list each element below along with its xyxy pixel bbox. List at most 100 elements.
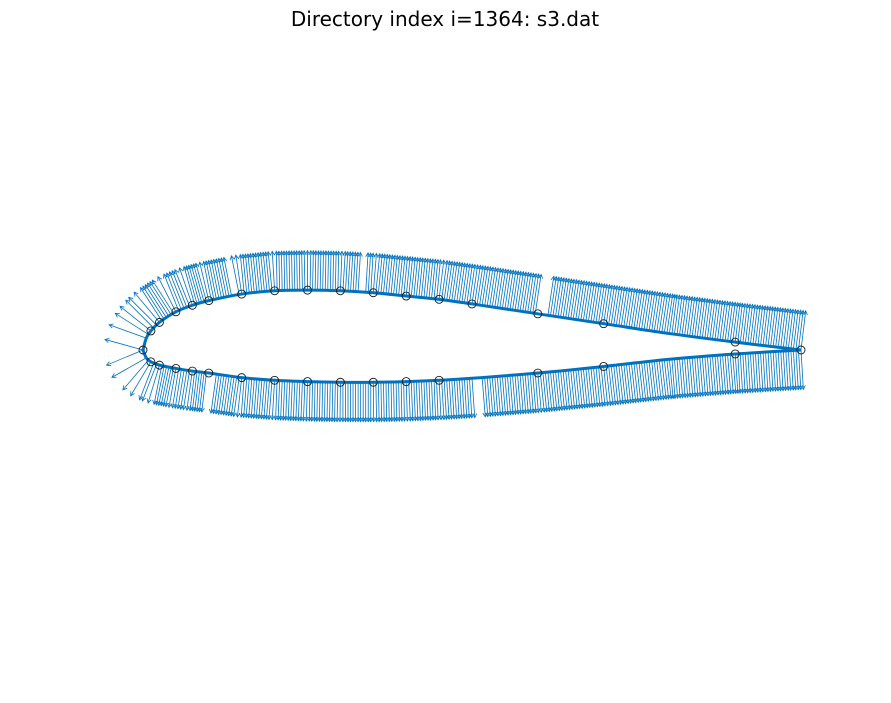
normal-vector-lower (451, 379, 455, 419)
normal-vector-upper (785, 308, 791, 349)
normal-vector-upper (749, 304, 756, 344)
normal-vector-lower (742, 353, 746, 393)
normal-vector-lower (292, 381, 296, 421)
normal-vector-lower (651, 361, 657, 401)
normal-vector-upper (474, 265, 481, 305)
normal-vector-upper (674, 295, 680, 335)
normal-vector-upper (231, 255, 240, 295)
normal-vector-upper (517, 271, 524, 311)
normal-vector-upper (555, 277, 562, 317)
normal-vector-upper (314, 250, 317, 291)
normal-vector-upper (275, 251, 278, 291)
normal-vector-lower (329, 382, 331, 422)
normal-vector-upper (451, 261, 458, 302)
normal-vector-upper (471, 264, 479, 304)
normal-vector-lower (321, 381, 324, 422)
normal-vector-lower (448, 379, 452, 420)
normal-vector-upper (312, 250, 314, 291)
normal-vectors-group (104, 249, 808, 423)
normal-vector-upper (610, 285, 618, 325)
normal-vector-upper (504, 269, 512, 309)
normal-vector-upper (585, 281, 593, 322)
normal-vector-lower (620, 364, 627, 404)
normal-vector-lower (275, 380, 278, 420)
normal-vector-upper (453, 262, 461, 302)
normal-vector-upper (696, 297, 703, 338)
normal-vector-upper (514, 271, 522, 311)
normal-vector-lower (767, 351, 771, 392)
normal-vector-upper (461, 263, 468, 303)
normal-vector-lower (228, 376, 235, 416)
normal-vector-upper (334, 251, 337, 291)
normal-vector-upper (651, 291, 658, 331)
normal-vector-upper (719, 300, 726, 341)
normal-vector-upper (732, 302, 739, 342)
normal-vector-upper (570, 279, 577, 319)
normal-vector-lower (393, 381, 395, 422)
normal-vector-upper (151, 279, 174, 314)
normal-vector-upper (765, 306, 771, 346)
normal-vector-lower (400, 381, 403, 422)
normal-vector-lower (177, 369, 185, 409)
normal-vector-upper (757, 305, 764, 345)
normal-vector-upper (365, 252, 369, 293)
airfoil-lower-surface (141, 348, 802, 384)
normal-vector-upper (529, 273, 537, 313)
normal-vector-lower (290, 380, 293, 421)
normal-vector-upper (469, 264, 476, 304)
normal-vector-upper (534, 274, 542, 314)
normal-vector-lower (453, 379, 458, 419)
normal-vector-upper (509, 270, 517, 310)
normal-vector-lower (790, 350, 794, 391)
normal-vector-upper (689, 296, 696, 337)
normal-vector-lower (295, 381, 298, 421)
normal-vector-upper (293, 250, 296, 291)
normal-vector-lower (755, 352, 759, 393)
normal-vector-upper (777, 308, 784, 348)
normal-vector-lower (380, 382, 383, 422)
normal-vector-lower (198, 372, 205, 412)
normal-vector-upper (347, 251, 351, 292)
normal-vector-lower (223, 375, 230, 416)
normal-vector-upper (296, 250, 298, 291)
normal-vector-upper (441, 260, 448, 300)
airfoil-figure: Directory index i=1364: s3.dat (104, 7, 808, 423)
normal-vector-lower (618, 364, 624, 405)
normal-vector-lower (436, 380, 439, 420)
normal-vector-lower (186, 370, 193, 411)
normal-vector-upper (104, 339, 144, 351)
normal-vector-lower (194, 371, 200, 412)
normal-vector-upper (643, 290, 651, 330)
normal-vector-upper (752, 304, 759, 345)
normal-vector-lower (793, 350, 797, 390)
normal-vector-lower (415, 381, 419, 421)
normal-vector-lower (636, 362, 642, 403)
normal-vector-upper (519, 272, 527, 312)
normal-vector-upper (641, 290, 648, 330)
normal-vector-upper (494, 268, 502, 308)
normal-vector-lower (180, 370, 188, 410)
normal-vector-upper (588, 282, 595, 322)
normal-vector-upper (717, 300, 723, 340)
normal-vector-lower (446, 379, 450, 420)
normal-vector-lower (326, 381, 329, 422)
normal-vector-upper (631, 288, 638, 328)
normal-vector-lower (471, 378, 476, 418)
normal-vector-upper (608, 285, 615, 325)
normal-vector-upper (350, 251, 354, 292)
normal-vector-lower (403, 381, 405, 422)
normal-vector-upper (357, 252, 361, 292)
normal-vector-upper (656, 292, 663, 332)
normal-vector-upper (507, 270, 514, 310)
normal-vector-lower (628, 363, 634, 403)
normal-vector-lower (408, 381, 411, 421)
normal-vector-lower (631, 363, 637, 403)
normal-vector-lower (282, 380, 286, 421)
normal-vector-upper (466, 264, 473, 304)
normal-vector-upper (479, 265, 486, 306)
normal-vector-upper (734, 302, 741, 343)
normal-vector-lower (441, 380, 445, 420)
normal-vector-upper (615, 286, 623, 326)
normal-vector-upper (496, 268, 504, 308)
normal-vector-lower (426, 380, 429, 421)
